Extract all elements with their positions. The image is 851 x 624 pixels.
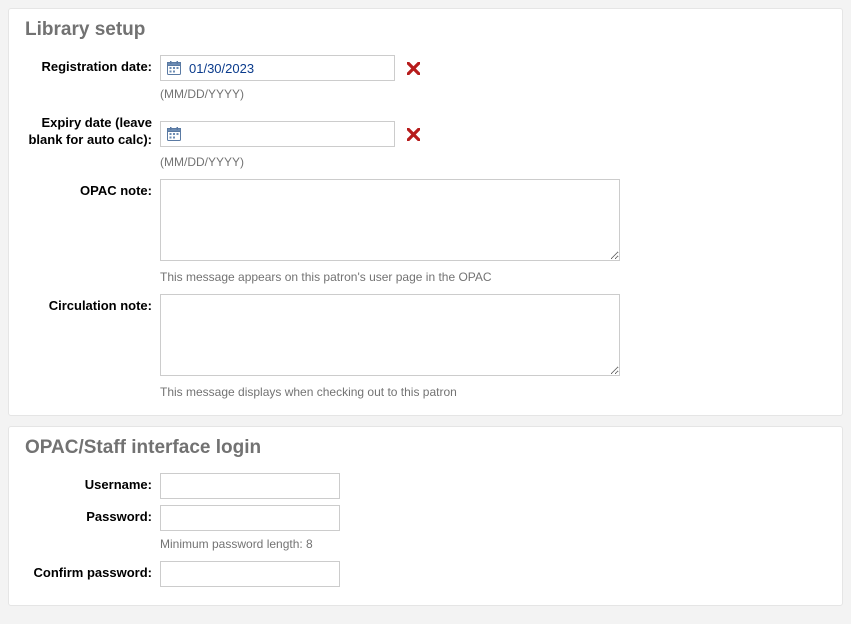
registration-date-input[interactable] [187, 60, 388, 77]
opac-note-row: OPAC note: [25, 179, 826, 264]
library-setup-title: Library setup [25, 19, 826, 41]
circ-note-hint-row: This message displays when checking out … [25, 381, 826, 399]
password-input[interactable] [160, 505, 340, 531]
expiry-date-hint: (MM/DD/YYYY) [160, 155, 244, 169]
registration-date-hint: (MM/DD/YYYY) [160, 87, 244, 101]
login-panel: OPAC/Staff interface login Username: Pas… [8, 426, 843, 606]
circ-note-row: Circulation note: [25, 294, 826, 379]
registration-date-clear-button[interactable] [407, 55, 420, 81]
close-icon [407, 62, 420, 75]
expiry-date-clear-button[interactable] [407, 121, 420, 147]
opac-note-label: OPAC note: [25, 179, 160, 200]
password-hint: Minimum password length: 8 [160, 537, 313, 551]
username-input[interactable] [160, 473, 340, 499]
close-icon [407, 128, 420, 141]
registration-date-control [160, 55, 420, 81]
calendar-icon [167, 127, 181, 141]
opac-note-textarea[interactable] [160, 179, 620, 261]
circ-note-textarea[interactable] [160, 294, 620, 376]
circ-note-hint: This message displays when checking out … [160, 385, 457, 399]
expiry-date-hint-row: (MM/DD/YYYY) [25, 151, 826, 179]
username-label: Username: [25, 473, 160, 494]
password-label: Password: [25, 505, 160, 526]
password-row: Password: [25, 505, 826, 531]
registration-date-row: Registration date: [25, 55, 826, 81]
confirm-password-label: Confirm password: [25, 561, 160, 582]
opac-note-hint: This message appears on this patron's us… [160, 270, 492, 284]
registration-date-input-wrap[interactable] [160, 55, 395, 81]
opac-note-hint-row: This message appears on this patron's us… [25, 266, 826, 294]
registration-date-hint-row: (MM/DD/YYYY) [25, 83, 826, 111]
expiry-date-input[interactable] [187, 126, 388, 143]
expiry-date-label: Expiry date (leave blank for auto calc): [25, 111, 160, 149]
confirm-password-row: Confirm password: [25, 561, 826, 587]
library-setup-panel: Library setup Registration date: (MM/DD/… [8, 8, 843, 416]
confirm-password-input[interactable] [160, 561, 340, 587]
registration-date-label: Registration date: [25, 55, 160, 76]
expiry-date-row: Expiry date (leave blank for auto calc): [25, 111, 826, 149]
login-title: OPAC/Staff interface login [25, 437, 826, 459]
expiry-date-input-wrap[interactable] [160, 121, 395, 147]
circ-note-label: Circulation note: [25, 294, 160, 315]
password-hint-row: Minimum password length: 8 [25, 533, 826, 561]
username-row: Username: [25, 473, 826, 499]
expiry-date-control [160, 111, 420, 147]
calendar-icon [167, 61, 181, 75]
